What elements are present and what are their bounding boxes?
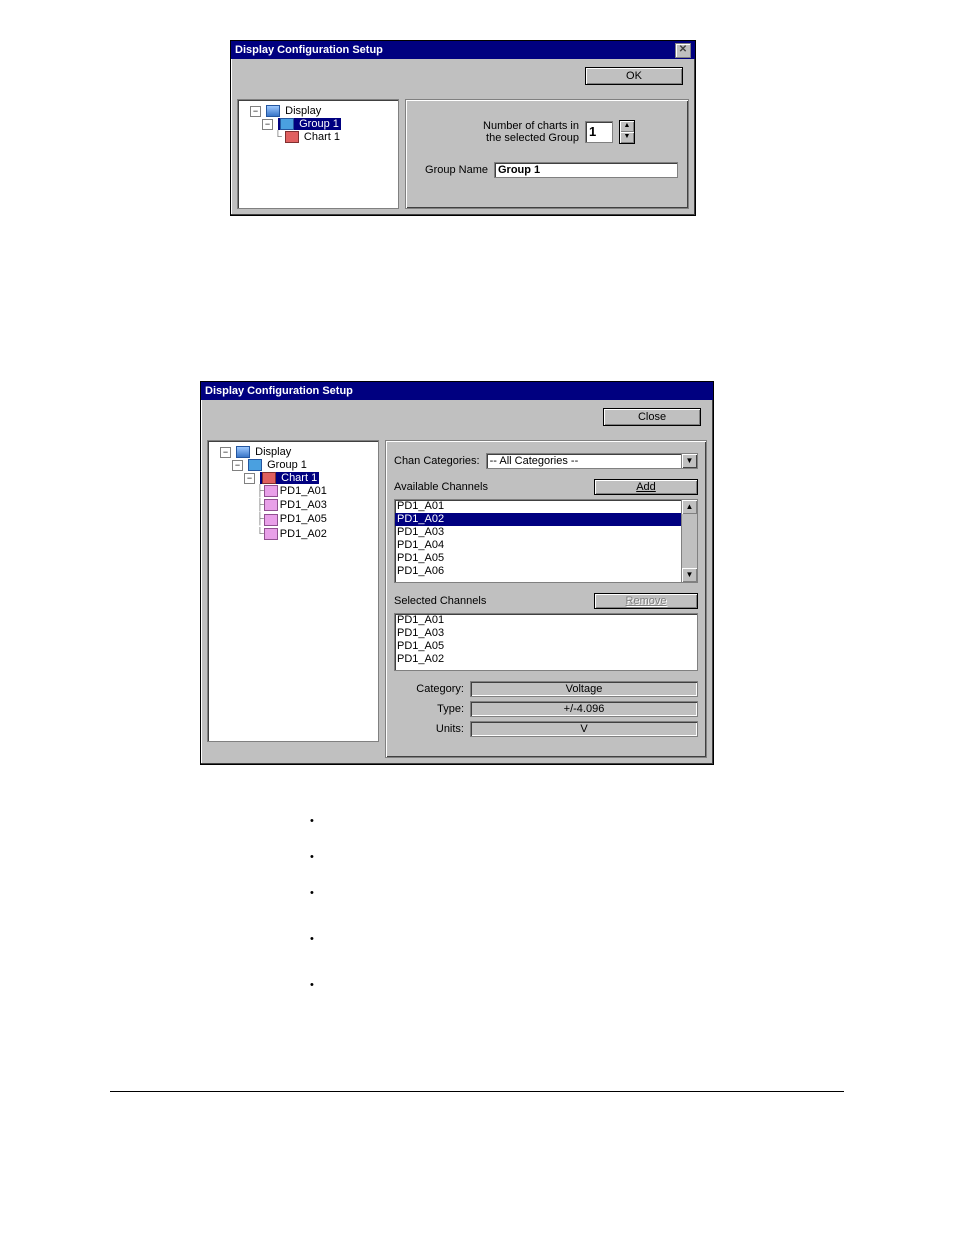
tree-panel[interactable]: − Display − Group 1 — [237, 99, 399, 209]
tree-chart[interactable]: Chart 1 — [304, 131, 340, 143]
tree-chan[interactable]: PD1_A01 — [280, 485, 327, 497]
tree-group[interactable]: Group 1 — [299, 118, 339, 130]
display-config-dialog-1: Display Configuration Setup ✕ OK − Displ… — [230, 40, 696, 216]
collapse-icon[interactable]: − — [250, 106, 261, 117]
scroll-down-icon[interactable]: ▼ — [682, 568, 697, 582]
charts-label-2: the selected Group — [459, 132, 579, 144]
channel-icon — [264, 499, 278, 511]
tree-chart[interactable]: Chart 1 — [281, 472, 317, 484]
chart-icon — [285, 131, 299, 143]
type-value: +/-4.096 — [470, 701, 698, 717]
tree-display[interactable]: Display — [255, 446, 291, 458]
channel-icon — [264, 514, 278, 526]
list-item[interactable]: PD1_A03 — [395, 526, 697, 539]
group-name-input[interactable]: Group 1 — [494, 162, 678, 178]
bullet-list: • • • • • — [310, 815, 844, 991]
footer-divider — [110, 1091, 844, 1092]
tree-connector-icon: └ — [274, 131, 282, 143]
chan-categories-label: Chan Categories: — [394, 455, 480, 467]
category-label: Category: — [394, 683, 464, 695]
titlebar[interactable]: Display Configuration Setup ✕ — [231, 41, 695, 59]
close-icon[interactable]: ✕ — [675, 43, 691, 58]
list-item[interactable]: PD1_A05 — [395, 552, 697, 565]
collapse-icon[interactable]: − — [220, 447, 231, 458]
scroll-up-icon[interactable]: ▲ — [682, 500, 697, 514]
charts-label-1: Number of charts in — [459, 120, 579, 132]
list-item[interactable]: PD1_A03 — [395, 627, 697, 640]
list-item[interactable]: PD1_A01 — [395, 614, 697, 627]
channel-icon — [264, 485, 278, 497]
add-button[interactable]: Add — [594, 479, 698, 495]
type-label: Type: — [394, 703, 464, 715]
tree-panel[interactable]: − Display − Group 1 − — [207, 440, 379, 742]
remove-button[interactable]: Remove — [594, 593, 698, 609]
tree-chan[interactable]: PD1_A02 — [280, 528, 327, 540]
selected-channels-list[interactable]: PD1_A01 PD1_A03 PD1_A05 PD1_A02 — [394, 613, 698, 671]
tree-chan[interactable]: PD1_A03 — [280, 499, 327, 511]
tree-group[interactable]: Group 1 — [267, 459, 307, 471]
list-item[interactable]: PD1_A01 — [395, 500, 697, 513]
available-channels-label: Available Channels — [394, 481, 488, 493]
ok-button[interactable]: OK — [585, 67, 683, 85]
list-item[interactable]: PD1_A05 — [395, 640, 697, 653]
collapse-icon[interactable]: − — [244, 473, 255, 484]
chan-categories-select[interactable]: -- All Categories -- ▼ — [486, 453, 698, 469]
selected-channels-label: Selected Channels — [394, 595, 486, 607]
window-title: Display Configuration Setup — [205, 385, 353, 397]
chart-icon — [262, 472, 276, 484]
group-name-label: Group Name — [416, 164, 488, 176]
scrollbar[interactable]: ▲ ▼ — [681, 500, 697, 582]
channel-icon — [264, 528, 278, 540]
list-item[interactable]: PD1_A04 — [395, 539, 697, 552]
units-value: V — [470, 721, 698, 737]
group-icon — [280, 118, 294, 130]
display-icon — [266, 105, 280, 117]
category-value: Voltage — [470, 681, 698, 697]
group-icon — [248, 459, 262, 471]
titlebar[interactable]: Display Configuration Setup — [201, 382, 713, 400]
charts-spinner[interactable]: ▲ ▼ — [619, 120, 635, 144]
chan-categories-value: -- All Categories -- — [486, 453, 682, 469]
units-label: Units: — [394, 723, 464, 735]
chevron-down-icon[interactable]: ▼ — [682, 453, 698, 469]
tree-display[interactable]: Display — [285, 105, 321, 117]
window-title: Display Configuration Setup — [235, 44, 383, 56]
display-config-dialog-2: Display Configuration Setup Close − Disp… — [200, 381, 714, 765]
spinner-down-icon[interactable]: ▼ — [620, 132, 634, 143]
collapse-icon[interactable]: − — [262, 119, 273, 130]
spinner-up-icon[interactable]: ▲ — [620, 121, 634, 132]
collapse-icon[interactable]: − — [232, 460, 243, 471]
display-icon — [236, 446, 250, 458]
list-item[interactable]: PD1_A02 — [395, 513, 697, 526]
available-channels-list[interactable]: PD1_A01 PD1_A02 PD1_A03 PD1_A04 PD1_A05 … — [394, 499, 698, 583]
list-item[interactable]: PD1_A06 — [395, 565, 697, 578]
close-button[interactable]: Close — [603, 408, 701, 426]
charts-count-input[interactable]: 1 — [585, 121, 613, 143]
tree-chan[interactable]: PD1_A05 — [280, 513, 327, 525]
list-item[interactable]: PD1_A02 — [395, 653, 697, 666]
